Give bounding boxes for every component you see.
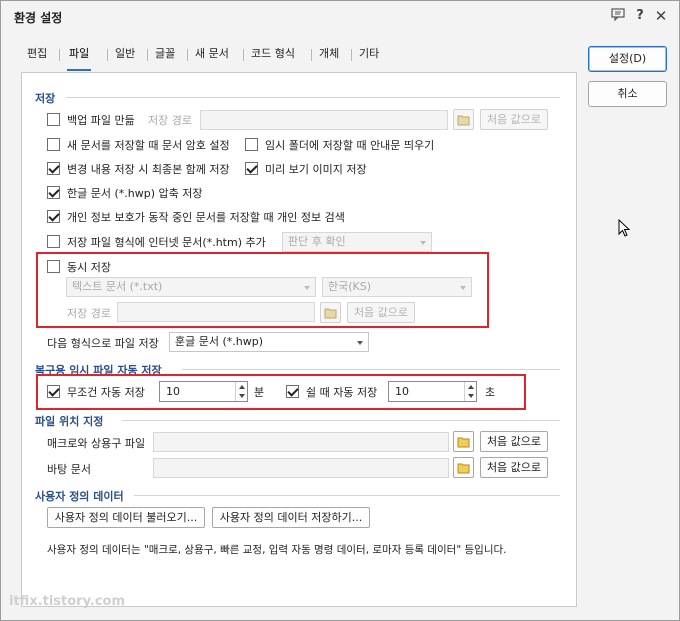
- save-user-data-button[interactable]: 사용자 정의 데이터 저장하기...: [212, 507, 370, 528]
- window-title: 환경 설정: [14, 11, 63, 25]
- background-default-button[interactable]: 처음 값으로: [480, 457, 548, 478]
- folder-icon: [457, 463, 470, 474]
- tab-separator: [187, 49, 188, 61]
- cancel-button[interactable]: 취소: [588, 81, 667, 107]
- idle-autosave-stepper[interactable]: 10: [388, 381, 477, 402]
- save-changes-checkbox[interactable]: [47, 162, 60, 175]
- background-doc-field[interactable]: [153, 458, 449, 478]
- user-data-section-heading: 사용자 정의 데이터: [35, 490, 124, 503]
- save-section-heading: 저장: [35, 92, 56, 105]
- password-checkbox[interactable]: [47, 138, 60, 151]
- simultaneous-folder-button[interactable]: [320, 302, 341, 323]
- password-label: 새 문서를 저장할 때 문서 암호 설정: [67, 139, 230, 152]
- simultaneous-default-button[interactable]: 처음 값으로: [347, 302, 415, 323]
- tab-separator: [243, 49, 244, 61]
- tab-separator: [311, 49, 312, 61]
- macro-file-field[interactable]: [153, 432, 449, 452]
- tab-separator: [351, 49, 352, 61]
- backup-folder-button[interactable]: [453, 109, 474, 130]
- macro-default-button[interactable]: 처음 값으로: [480, 431, 548, 452]
- next-format-combo[interactable]: 훈글 문서 (*.hwp): [169, 332, 369, 352]
- idle-autosave-label: 쉴 때 자동 저장: [306, 386, 378, 399]
- mouse-cursor-icon: [618, 219, 631, 237]
- internet-doc-combo-value: 판단 후 확인: [288, 235, 346, 248]
- tab-new-document[interactable]: 새 문서: [195, 45, 229, 69]
- unconditional-autosave-label: 무조건 자동 저장: [67, 386, 145, 399]
- chevron-down-icon: [304, 286, 310, 290]
- simultaneous-encoding-value: 한국(KS): [328, 280, 372, 293]
- simultaneous-format-combo[interactable]: 텍스트 문서 (*.txt): [66, 277, 316, 297]
- simultaneous-path-label: 저장 경로: [67, 307, 111, 320]
- watermark: itfix.tistory.com: [9, 594, 125, 609]
- compress-label: 한글 문서 (*.hwp) 압축 저장: [67, 187, 203, 200]
- unconditional-autosave-value: 10: [166, 385, 180, 398]
- folder-icon: [324, 308, 337, 319]
- file-settings-panel: 저장 백업 파일 만듦 저장 경로 처음 값으로 새 문서를 저장할 때 문서 …: [21, 72, 577, 607]
- section-divider: [66, 97, 560, 98]
- compress-checkbox[interactable]: [47, 186, 60, 199]
- tab-separator: [147, 49, 148, 61]
- folder-icon: [457, 115, 470, 126]
- simultaneous-save-checkbox[interactable]: [47, 260, 60, 273]
- temp-folder-notice-label: 임시 폴더에 저장할 때 안내문 띄우기: [265, 139, 435, 152]
- chevron-down-icon: [420, 241, 426, 245]
- user-data-description: 사용자 정의 데이터는 "매크로, 상용구, 빠른 교정, 입력 자동 명령 데…: [47, 544, 507, 556]
- close-icon[interactable]: ✕: [653, 8, 669, 24]
- internet-doc-label: 저장 파일 형식에 인터넷 문서(*.htm) 추가: [67, 236, 266, 249]
- section-divider: [134, 495, 560, 496]
- backup-label: 백업 파일 만듦: [67, 114, 135, 127]
- background-doc-label: 바탕 문서: [47, 463, 91, 476]
- unconditional-autosave-stepper[interactable]: 10: [159, 381, 248, 402]
- section-divider: [122, 420, 560, 421]
- tab-code-format[interactable]: 코드 형식: [251, 45, 295, 69]
- simultaneous-path-field[interactable]: [117, 302, 315, 322]
- idle-autosave-unit: 초: [485, 386, 496, 399]
- help-icon[interactable]: ?: [632, 8, 648, 24]
- macro-file-label: 매크로와 상용구 파일: [47, 437, 146, 450]
- next-format-label: 다음 형식으로 파일 저장: [47, 337, 159, 350]
- backup-default-button[interactable]: 처음 값으로: [480, 109, 548, 130]
- chat-icon[interactable]: [610, 8, 626, 24]
- preview-image-checkbox[interactable]: [245, 162, 258, 175]
- file-location-section-heading: 파일 위치 지정: [35, 415, 104, 428]
- spin-arrows-icon[interactable]: [464, 382, 476, 401]
- internet-doc-combo[interactable]: 판단 후 확인: [282, 232, 432, 252]
- tab-etc[interactable]: 기타: [359, 45, 379, 69]
- chevron-down-icon: [357, 341, 363, 345]
- tab-general[interactable]: 일반: [115, 45, 135, 69]
- background-folder-button[interactable]: [453, 457, 474, 478]
- tab-edit[interactable]: 편집: [27, 45, 47, 69]
- preview-image-label: 미리 보기 이미지 저장: [265, 163, 367, 176]
- macro-folder-button[interactable]: [453, 431, 474, 452]
- load-user-data-button[interactable]: 사용자 정의 데이터 불러오기...: [47, 507, 205, 528]
- section-divider: [182, 369, 560, 370]
- spin-arrows-icon[interactable]: [235, 382, 247, 401]
- privacy-checkbox[interactable]: [47, 210, 60, 223]
- title-bar: 환경 설정 ? ✕: [1, 1, 679, 31]
- idle-autosave-checkbox[interactable]: [286, 385, 299, 398]
- temp-folder-notice-checkbox[interactable]: [245, 138, 258, 151]
- tab-separator: [59, 49, 60, 61]
- simultaneous-format-value: 텍스트 문서 (*.txt): [72, 280, 163, 293]
- backup-path-label: 저장 경로: [148, 114, 192, 127]
- folder-icon: [457, 437, 470, 448]
- unconditional-autosave-unit: 분: [254, 386, 265, 399]
- tab-separator: [107, 49, 108, 61]
- tab-object[interactable]: 개체: [319, 45, 339, 69]
- ok-button[interactable]: 설정(D): [588, 46, 667, 72]
- backup-checkbox[interactable]: [47, 113, 60, 126]
- next-format-value: 훈글 문서 (*.hwp): [175, 335, 264, 348]
- internet-doc-checkbox[interactable]: [47, 235, 60, 248]
- simultaneous-save-label: 동시 저장: [67, 261, 111, 274]
- privacy-label: 개인 정보 보호가 동작 중인 문서를 저장할 때 개인 정보 검색: [67, 211, 345, 224]
- idle-autosave-value: 10: [395, 385, 409, 398]
- backup-path-field[interactable]: [200, 110, 448, 130]
- tab-file[interactable]: 파일: [67, 45, 92, 71]
- tab-font[interactable]: 글꼴: [155, 45, 175, 69]
- save-changes-label: 변경 내용 저장 시 최종본 함께 저장: [67, 163, 230, 176]
- chevron-down-icon: [460, 286, 466, 290]
- simultaneous-encoding-combo[interactable]: 한국(KS): [322, 277, 472, 297]
- unconditional-autosave-checkbox[interactable]: [47, 385, 60, 398]
- settings-dialog: 환경 설정 ? ✕ 편집 파일 일반 글꼴 새 문서 코드 형식 개체 기타 설…: [0, 0, 680, 621]
